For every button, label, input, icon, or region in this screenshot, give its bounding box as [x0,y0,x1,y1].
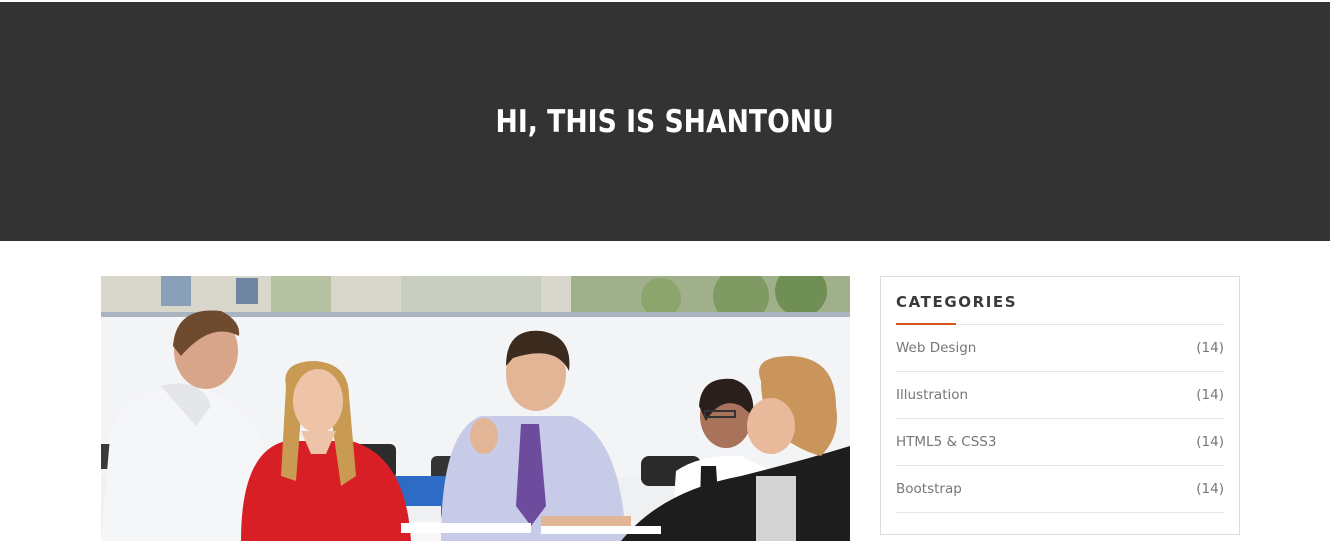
category-label[interactable]: HTML5 & CSS3 [896,434,996,450]
title-accent-bar [896,323,956,325]
title-underline [896,323,1224,325]
category-label[interactable]: Bootstrap [896,481,962,497]
hero-title: HI, THIS IS SHANTONU [495,103,835,140]
category-count: (14) [1196,387,1224,403]
category-item-illustration[interactable]: Illustration (14) [896,372,1224,419]
hero-banner: HI, THIS IS SHANTONU [0,2,1330,241]
category-label[interactable]: Web Design [896,340,976,356]
categories-widget: CATEGORIES Web Design (14) Illustration … [880,276,1240,535]
meeting-photo [101,276,850,541]
category-count: (14) [1196,481,1224,497]
category-label[interactable]: Illustration [896,387,968,403]
category-count: (14) [1196,434,1224,450]
category-item-html5-css3[interactable]: HTML5 & CSS3 (14) [896,419,1224,466]
category-list: Web Design (14) Illustration (14) HTML5 … [896,325,1224,513]
categories-title: CATEGORIES [896,293,1018,311]
post-featured-image[interactable] [101,276,850,541]
category-item-bootstrap[interactable]: Bootstrap (14) [896,466,1224,513]
category-item-web-design[interactable]: Web Design (14) [896,325,1224,372]
category-count: (14) [1196,340,1224,356]
